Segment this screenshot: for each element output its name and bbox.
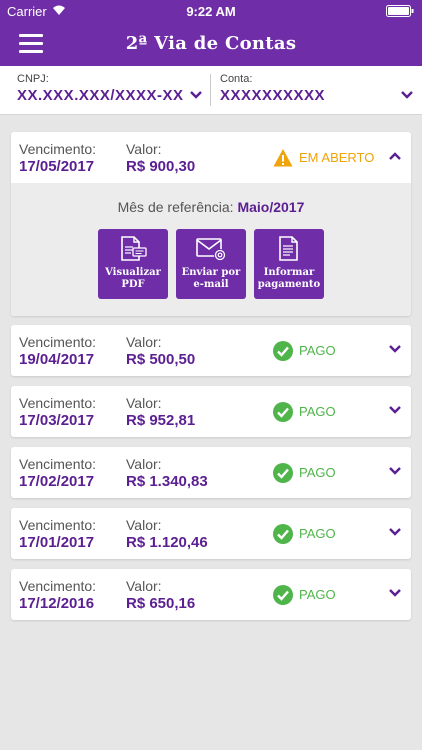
bill-card[interactable]: Vencimento: 17/02/2017 Valor: R$ 1.340,83 PA…	[11, 447, 411, 498]
amount-column: Valor: R$ 952,81	[126, 395, 195, 430]
amount-value: R$ 650,16	[126, 595, 196, 612]
due-date: 17/03/2017	[19, 412, 95, 429]
warning-icon	[273, 149, 293, 167]
pdf-document-icon	[121, 236, 147, 261]
status-text: PAGO	[299, 465, 336, 480]
bill-summary-row[interactable]: Vencimento: 17/01/2017 Valor: R$ 1.120,46 PA…	[11, 508, 411, 559]
check-circle-icon	[273, 524, 293, 544]
chevron-down-icon[interactable]	[388, 344, 402, 354]
view-pdf-button[interactable]: Visualizar PDF	[98, 229, 168, 299]
bill-card[interactable]: Vencimento: 17/12/2016 Valor: R$ 650,16 PAGO	[11, 569, 411, 620]
due-date-column: Vencimento: 17/01/2017	[19, 517, 96, 552]
chevron-down-icon[interactable]	[388, 527, 402, 537]
status-text: PAGO	[299, 587, 336, 602]
app-header: 2ª Via de Contas	[0, 22, 422, 66]
amount-label: Valor:	[126, 456, 162, 472]
bill-card-open: Vencimento: 17/05/2017 Valor: R$ 900,30 …	[11, 132, 411, 316]
due-label: Vencimento:	[19, 517, 97, 533]
due-label: Vencimento:	[19, 456, 97, 472]
amount-value: R$ 1.120,46	[126, 534, 208, 551]
amount-column: Valor: R$ 1.120,46	[126, 517, 208, 552]
check-circle-icon	[273, 585, 293, 605]
amount-column: Valor: R$ 1.340,83	[126, 456, 208, 491]
bill-summary-row[interactable]: Vencimento: 17/03/2017 Valor: R$ 952,81 PAGO	[11, 386, 411, 437]
amount-value: R$ 1.340,83	[126, 473, 208, 490]
amount-value: R$ 952,81	[126, 412, 196, 429]
inform-payment-button[interactable]: Informar pagamento	[254, 229, 324, 299]
filter-bar: CNPJ: XX.XXX.XXX/XXXX-XX Conta: XXXXXXXX…	[0, 66, 422, 115]
bill-details-panel: Mês de referência: Maio/2017 Visualizar …	[11, 183, 411, 316]
inform-payment-label: Informar pagamento	[257, 267, 321, 290]
check-circle-icon	[273, 463, 293, 483]
due-date: 17/12/2016	[19, 595, 95, 612]
status-time: 9:22 AM	[186, 4, 236, 19]
amount-label: Valor:	[126, 334, 162, 350]
status-bar: Carrier 9:22 AM	[0, 0, 422, 22]
amount-value: R$ 500,50	[126, 351, 196, 368]
due-label: Vencimento:	[19, 141, 97, 157]
due-label: Vencimento:	[19, 334, 97, 350]
amount-label: Valor:	[126, 517, 162, 533]
due-label: Vencimento:	[19, 395, 97, 411]
status-text: PAGO	[299, 526, 336, 541]
page-title: 2ª Via de Contas	[125, 33, 297, 54]
due-date: 17/02/2017	[19, 473, 95, 490]
chevron-down-icon[interactable]	[189, 90, 203, 100]
reference-label: Mês de referência:	[117, 199, 234, 215]
due-date-column: Vencimento: 19/04/2017	[19, 334, 96, 369]
cnpj-value: XX.XXX.XXX/XXXX-XX	[17, 87, 184, 104]
battery-icon	[386, 5, 414, 17]
due-date: 19/04/2017	[19, 351, 95, 368]
amount-column: Valor: R$ 900,30	[126, 141, 195, 176]
amount-value: R$ 900,30	[126, 158, 196, 175]
due-date-column: Vencimento: 17/02/2017	[19, 456, 96, 491]
due-date: 17/01/2017	[19, 534, 95, 551]
due-date-column: Vencimento: 17/12/2016	[19, 578, 96, 613]
conta-selector[interactable]: Conta: XXXXXXXXXX	[211, 66, 422, 114]
amount-label: Valor:	[126, 141, 162, 157]
reference-month: Mês de referência: Maio/2017	[11, 199, 411, 215]
check-circle-icon	[273, 402, 293, 422]
bill-summary-row[interactable]: Vencimento: 17/05/2017 Valor: R$ 900,30 …	[11, 132, 411, 183]
amount-column: Valor: R$ 650,16	[126, 578, 195, 613]
bill-summary-row[interactable]: Vencimento: 17/12/2016 Valor: R$ 650,16 PAGO	[11, 569, 411, 620]
due-date: 17/05/2017	[19, 158, 95, 175]
send-email-label: Enviar por e-mail	[181, 267, 241, 290]
payment-document-icon	[279, 236, 298, 261]
chevron-down-icon[interactable]	[388, 466, 402, 476]
chevron-down-icon[interactable]	[388, 588, 402, 598]
email-icon	[196, 238, 226, 261]
due-date-column: Vencimento: 17/03/2017	[19, 395, 96, 430]
bill-card[interactable]: Vencimento: 17/03/2017 Valor: R$ 952,81 PAGO	[11, 386, 411, 437]
chevron-down-icon[interactable]	[388, 405, 402, 415]
cnpj-label: CNPJ:	[17, 73, 49, 85]
bill-card[interactable]: Vencimento: 17/01/2017 Valor: R$ 1.120,46 PA…	[11, 508, 411, 559]
check-circle-icon	[273, 341, 293, 361]
bill-card[interactable]: Vencimento: 19/04/2017 Valor: R$ 500,50 PAGO	[11, 325, 411, 376]
view-pdf-label: Visualizar PDF	[105, 267, 161, 290]
chevron-up-icon[interactable]	[388, 151, 402, 161]
bill-summary-row[interactable]: Vencimento: 17/02/2017 Valor: R$ 1.340,83 PA…	[11, 447, 411, 498]
amount-label: Valor:	[126, 578, 162, 594]
status-text: EM ABERTO	[299, 150, 375, 165]
due-date-column: Vencimento: 17/05/2017	[19, 141, 96, 176]
conta-label: Conta:	[220, 73, 253, 85]
amount-label: Valor:	[126, 395, 162, 411]
send-email-button[interactable]: Enviar por e-mail	[176, 229, 246, 299]
bill-summary-row[interactable]: Vencimento: 19/04/2017 Valor: R$ 500,50 PAGO	[11, 325, 411, 376]
reference-value: Maio/2017	[237, 199, 305, 215]
conta-value: XXXXXXXXXX	[220, 87, 326, 104]
status-text: PAGO	[299, 404, 336, 419]
status-text: PAGO	[299, 343, 336, 358]
chevron-down-icon[interactable]	[400, 90, 414, 100]
amount-column: Valor: R$ 500,50	[126, 334, 195, 369]
cnpj-selector[interactable]: CNPJ: XX.XXX.XXX/XXXX-XX	[0, 66, 210, 114]
due-label: Vencimento:	[19, 578, 97, 594]
